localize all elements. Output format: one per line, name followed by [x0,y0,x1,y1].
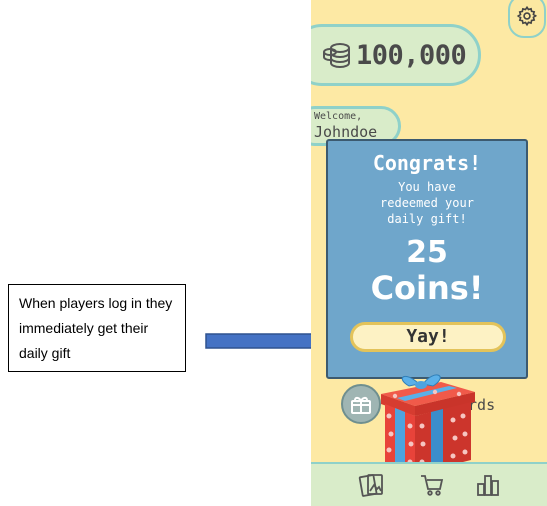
daily-gift-modal: Congrats! You have redeemed your daily g… [326,139,528,379]
coin-balance: 100,000 [311,24,481,86]
modal-subtitle-text: You have redeemed your daily gift! [380,180,474,226]
modal-title: Congrats! [372,151,482,175]
nav-shop-button[interactable] [417,470,447,500]
cart-icon [421,475,444,496]
nav-cards-button[interactable] [357,470,387,500]
modal-subtitle: You have redeemed your daily gift! [328,179,526,227]
reward-unit: Coins! [370,269,484,307]
leaderboard-icon [477,475,499,496]
gift-box-icon [381,374,475,474]
settings-button[interactable] [508,0,546,38]
coin-amount: 100,000 [356,39,467,71]
annotation-text: When players log in they immediately get… [19,295,173,361]
nav-leaderboard-button[interactable] [473,470,503,500]
welcome-label: Welcome, [314,111,363,122]
annotation-callout: When players log in they immediately get… [8,284,186,372]
reward-amount: 25 [406,235,448,270]
yay-button[interactable]: Yay! [350,322,506,352]
game-screen: 100,000 Welcome, Johndoe ards Congrats! … [311,0,547,506]
cards-icon [358,474,383,497]
gear-icon [516,5,538,27]
gift-icon [351,396,371,414]
bottom-nav [311,462,547,506]
coin-stack-icon [323,43,350,69]
